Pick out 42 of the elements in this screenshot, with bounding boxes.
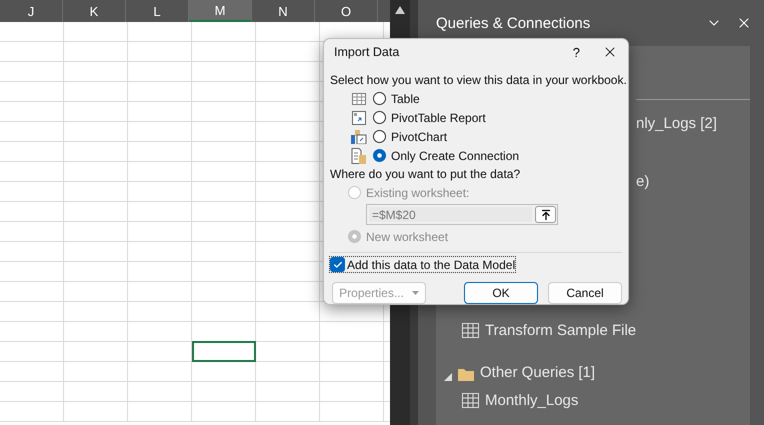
collapse-button[interactable] [535, 206, 556, 223]
query-name[interactable]: Monthly_Logs [485, 392, 578, 408]
expand-triangle-icon[interactable] [444, 373, 452, 381]
column-header[interactable]: O [315, 0, 378, 22]
option-label[interactable]: Only Create Connection [391, 146, 520, 164]
column-header[interactable]: N [252, 0, 315, 22]
radio-button[interactable] [373, 149, 386, 162]
column-header[interactable]: J [0, 0, 63, 22]
location-prompt: Where do you want to put the data? [330, 166, 522, 183]
option-label[interactable]: PivotChart [391, 128, 448, 146]
option-label[interactable]: Table [391, 90, 420, 108]
folder-icon [458, 368, 474, 381]
column-header[interactable]: K [63, 0, 126, 22]
data-model-checkbox[interactable]: Add this data to the Data Model [330, 257, 516, 272]
table-icon [352, 92, 366, 104]
connection-icon [351, 148, 367, 164]
query-name[interactable]: e) [636, 172, 650, 190]
radio-button[interactable] [373, 111, 386, 124]
check-icon [332, 260, 342, 270]
upload-arrow-icon [540, 208, 552, 220]
option-label[interactable]: PivotTable Report [391, 108, 486, 126]
cancel-button[interactable]: Cancel [548, 282, 622, 304]
radio-button[interactable] [373, 92, 386, 105]
table-icon [462, 392, 479, 408]
table-icon [462, 322, 479, 338]
query-name[interactable]: nly_Logs [2] [636, 114, 717, 132]
radio-button[interactable] [373, 130, 386, 143]
dialog-title: Import Data [334, 45, 400, 59]
query-name[interactable]: Transform Sample File [485, 322, 636, 338]
sheet-row[interactable] [0, 342, 390, 362]
pivot-chart-icon [351, 130, 367, 144]
scroll-up-icon[interactable] [395, 6, 405, 14]
ok-button[interactable]: OK [464, 282, 538, 304]
caret-icon [412, 291, 419, 295]
group-name[interactable]: Other Queries [1] [480, 364, 596, 381]
help-button[interactable]: ? [572, 44, 580, 60]
pivot-table-icon [352, 110, 366, 124]
selected-cell[interactable] [192, 341, 256, 362]
checkbox[interactable] [330, 257, 345, 272]
panel-title: Queries & Connections [436, 14, 592, 32]
column-header[interactable]: M [189, 0, 252, 22]
range-field[interactable]: =$M$20 [366, 204, 558, 225]
